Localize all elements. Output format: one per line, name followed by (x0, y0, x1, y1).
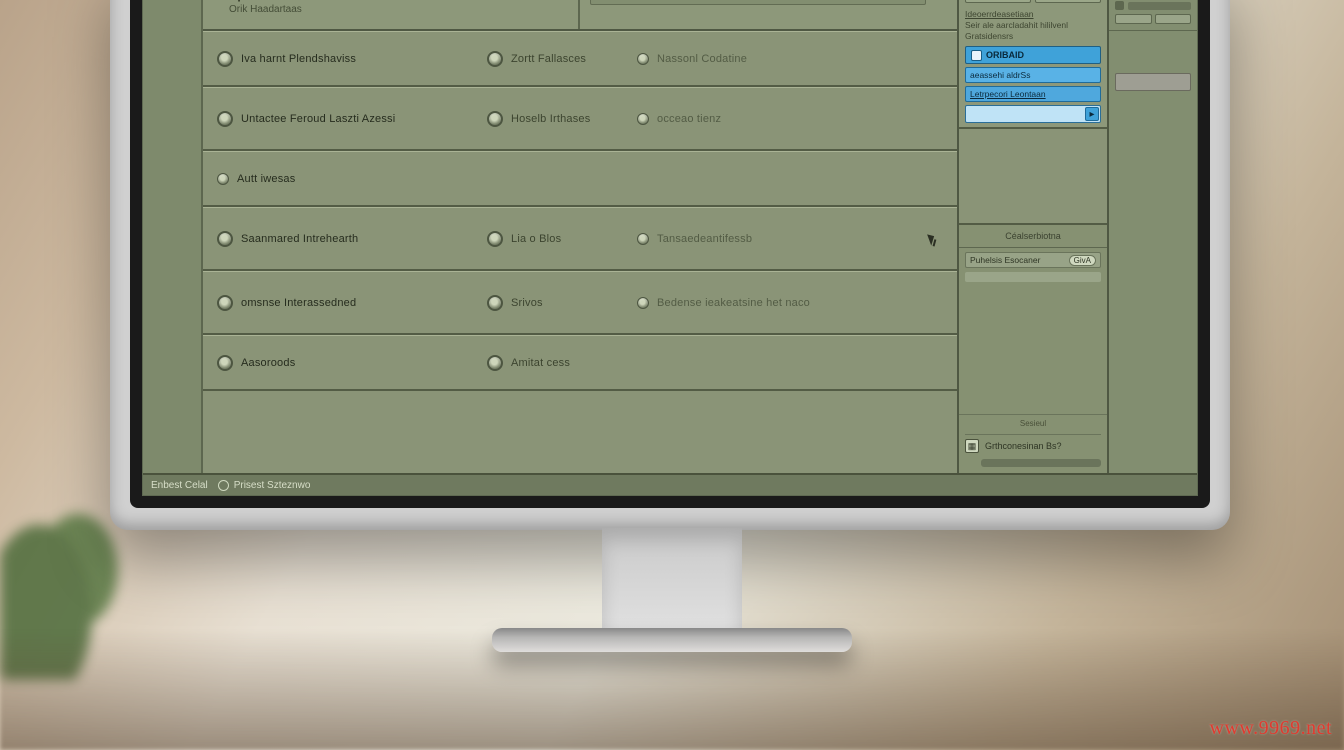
option-row[interactable]: Saanmared Intrehearth Lia o Blos Tansaed… (203, 207, 957, 271)
radio-icon[interactable] (217, 355, 233, 371)
sidebar-chip-2[interactable]: Letrpecori Leontaan (965, 86, 1101, 102)
option-row[interactable]: Untactee Feroud Laszti Azessi Hoselb Irt… (203, 87, 957, 151)
sidebar-chip-1[interactable]: aeassehi aldrSs (965, 67, 1101, 83)
row-label-1: Autt iwesas (237, 173, 295, 185)
search-go-icon[interactable]: ▸ (1085, 107, 1099, 121)
sidebar-active-tab[interactable]: ORIBAID (965, 46, 1101, 64)
header-info-bar: PENOP CODE GERNARNEWERKS (590, 0, 926, 5)
row-label-2: Amitat cess (511, 357, 570, 369)
globe-icon (218, 480, 229, 491)
option-row[interactable]: Iva harnt Plendshaviss Zortt Fallasces N… (203, 31, 957, 87)
radio-icon[interactable] (487, 51, 503, 67)
left-gutter (143, 0, 203, 473)
radio-icon[interactable] (217, 231, 233, 247)
sidebar-tiny-label: Sesieul (959, 414, 1107, 430)
row-label-1: Iva harnt Plendshaviss (241, 53, 356, 65)
row-label-3: occeao tienz (657, 113, 721, 125)
row-label-2: Hoselb Irthases (511, 113, 590, 125)
rail-grey-button[interactable] (1115, 73, 1191, 91)
sidebar-line (965, 272, 1101, 282)
taskbar-item-label: Prisest Szteznwo (234, 480, 311, 491)
radio-icon[interactable] (217, 295, 233, 311)
rail-bar (1128, 2, 1191, 10)
radio-icon[interactable] (637, 53, 649, 65)
radio-icon[interactable] (487, 295, 503, 311)
sidebar: Head Beasasn Ideoerrdeasetiaan Seir ale … (957, 0, 1107, 473)
page-icon: ▦ (965, 439, 979, 453)
footer-label: Grthconesinan Bs? (985, 441, 1062, 451)
row-label-2: Srivos (511, 297, 543, 309)
app-body: Spiezeem Roodeeteachtriasen Orik Haadart… (143, 0, 1197, 473)
sidebar-desc-3: Gratsidensrs (965, 31, 1101, 42)
radio-icon[interactable] (487, 231, 503, 247)
monitor-bezel: Spiezeem Roodeeteachtriasen Orik Haadart… (130, 0, 1210, 508)
app-screen: Spiezeem Roodeeteachtriasen Orik Haadart… (142, 0, 1198, 496)
sidebar-caption: Céalserbiotna (959, 225, 1107, 248)
sidebar-description: Ideoerrdeasetiaan Seir ale aarcladahit h… (965, 9, 1101, 42)
taskbar-left-label: Enbest Celal (151, 480, 208, 491)
tab-label: ORIBAID (986, 50, 1024, 60)
sidebar-footer-item[interactable]: ▦ Grthconesinan Bs? (965, 434, 1101, 453)
option-row[interactable]: Autt iwesas (203, 151, 957, 207)
row-label-1: omsnse Interassedned (241, 297, 356, 309)
strip-label: Puhelsis Esocaner (970, 255, 1040, 265)
row-label-3: Nassonl Codatine (657, 53, 747, 65)
watermark-text: www.9969.net (1210, 717, 1332, 740)
right-rail: B (1107, 0, 1197, 473)
option-row[interactable]: Aasoroods Amitat cess (203, 335, 957, 391)
taskbar-left[interactable]: Enbest Celal (151, 480, 208, 491)
sidebar-footer-bar (981, 459, 1101, 467)
radio-icon[interactable] (637, 233, 649, 245)
radio-icon[interactable] (487, 111, 503, 127)
radio-icon[interactable] (217, 111, 233, 127)
header-mid: PENOP CODE GERNARNEWERKS (580, 0, 957, 29)
sidebar-button-left[interactable]: Head (965, 0, 1031, 3)
page-title: Spiezeem Roodeeteachtriasen (217, 0, 568, 2)
row-label-3: Bedense ieakeatsine het naco (657, 297, 810, 309)
header-left: Spiezeem Roodeeteachtriasen Orik Haadart… (203, 0, 580, 29)
strip-badge: GivA (1069, 255, 1096, 266)
sidebar-gap (959, 129, 1107, 225)
radio-icon[interactable] (637, 297, 649, 309)
sidebar-desc-1: Ideoerrdeasetiaan (965, 9, 1101, 20)
rail-mini-1[interactable] (1115, 14, 1152, 24)
row-label-2: Zortt Fallasces (511, 53, 586, 65)
foreground-blur (0, 630, 1344, 750)
rail-pair (1115, 14, 1191, 24)
row-label-1: Aasoroods (241, 357, 295, 369)
taskbar-item[interactable]: Prisest Szteznwo (218, 480, 311, 491)
row-label-2: Lia o Blos (511, 233, 561, 245)
radio-icon[interactable] (217, 51, 233, 67)
rail-mini-2[interactable] (1155, 14, 1192, 24)
radio-icon[interactable] (487, 355, 503, 371)
rows-list: Iva harnt Plendshaviss Zortt Fallasces N… (203, 31, 957, 473)
row-label-1: Saanmared Intrehearth (241, 233, 358, 245)
radio-icon[interactable] (217, 173, 229, 185)
monitor-frame: Spiezeem Roodeeteachtriasen Orik Haadart… (110, 0, 1230, 530)
header-row: Spiezeem Roodeeteachtriasen Orik Haadart… (203, 0, 957, 31)
row-label-3: Tansaedeantifessb (657, 233, 752, 245)
sidebar-desc-2: Seir ale aarcladahit hililvenl (965, 20, 1101, 31)
main-panel: Spiezeem Roodeeteachtriasen Orik Haadart… (203, 0, 957, 473)
rail-row-2[interactable] (1115, 1, 1191, 10)
rail-top: B (1109, 0, 1197, 31)
header-info-text: PENOP CODE GERNARNEWERKS (597, 0, 751, 2)
sidebar-search-input[interactable]: ▸ (965, 105, 1101, 123)
sidebar-top: Head Beasasn Ideoerrdeasetiaan Seir ale … (959, 0, 1107, 129)
page-subtitle: Orik Haadartaas (217, 4, 568, 15)
tab-icon (971, 50, 982, 61)
taskbar: Enbest Celal Prisest Szteznwo (143, 473, 1197, 495)
sidebar-button-right[interactable]: Beasasn (1035, 0, 1101, 3)
sidebar-strip[interactable]: Puhelsis Esocaner GivA (965, 252, 1101, 268)
monitor-neck (602, 528, 742, 638)
square-icon (1115, 1, 1124, 10)
option-row[interactable]: omsnse Interassedned Srivos Bedense ieak… (203, 271, 957, 335)
radio-icon[interactable] (637, 113, 649, 125)
cursor-icon (927, 232, 937, 245)
row-label-1: Untactee Feroud Laszti Azessi (241, 113, 395, 125)
